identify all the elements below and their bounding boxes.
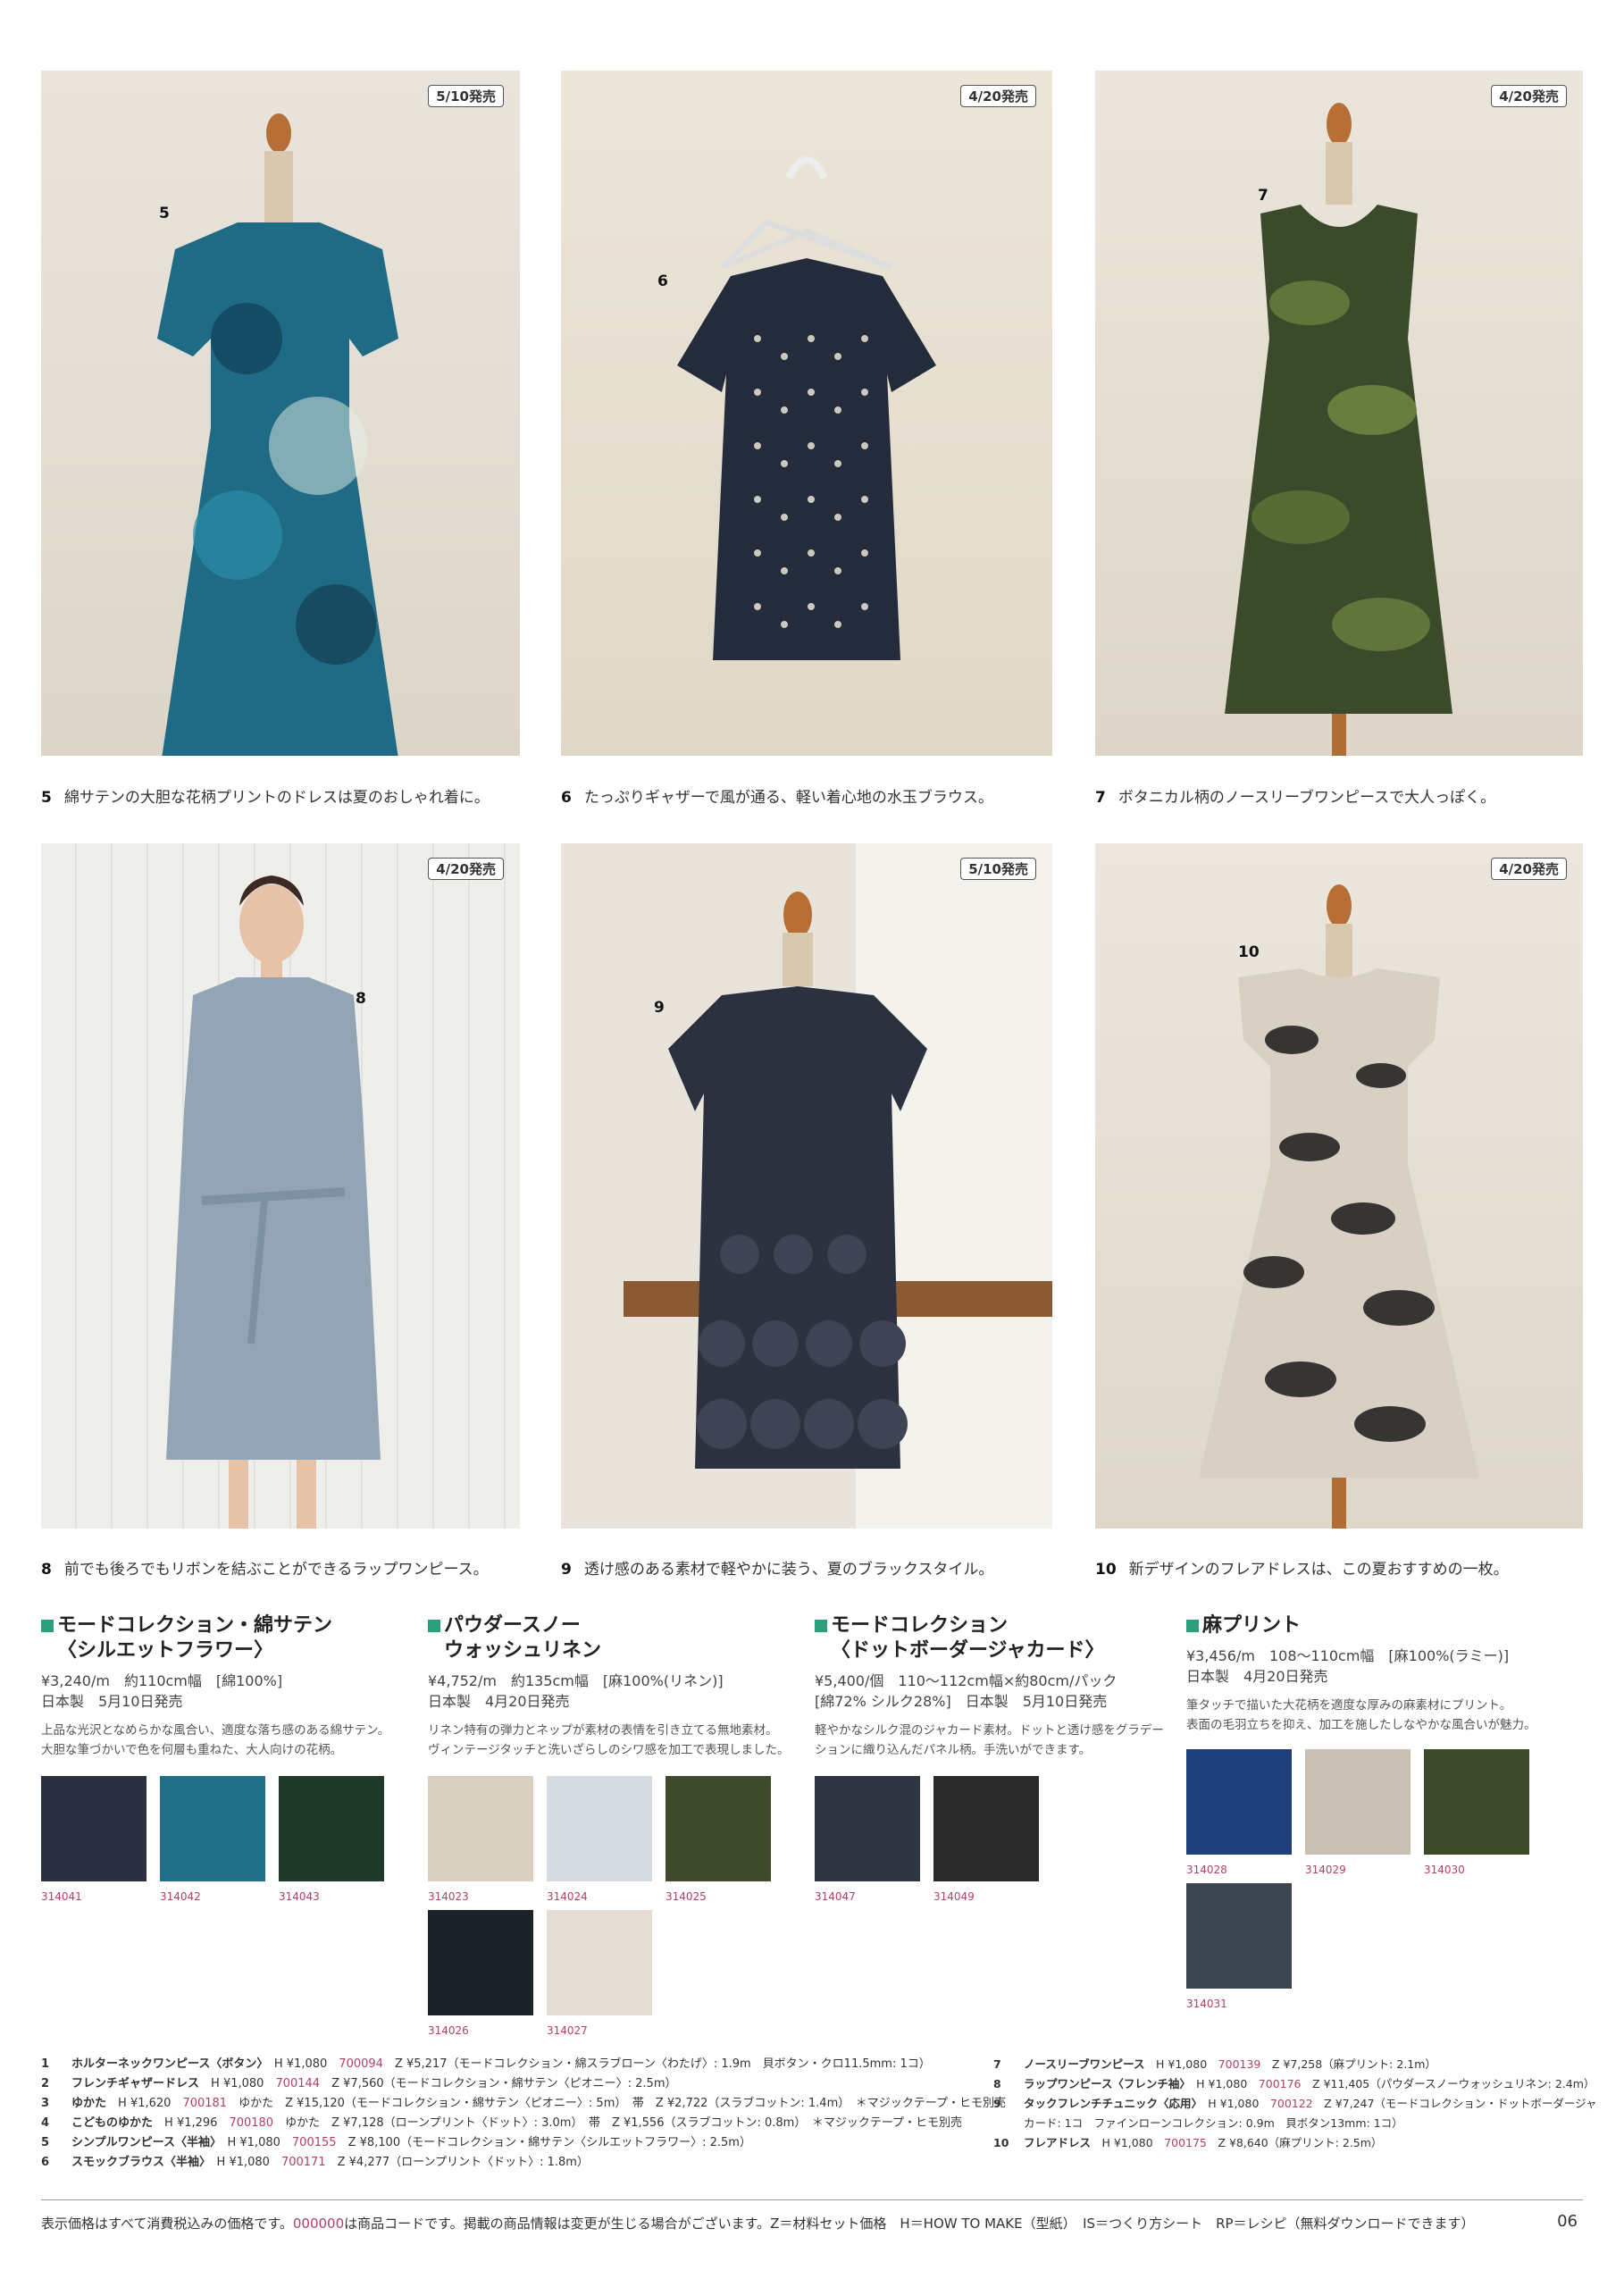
pattern-list-right: 7 ノースリーブワンピース H ¥1,080 700139 Z ¥7,258（麻プ… — [993, 2055, 1597, 2153]
photo-9-black-tunic: 5/10発売 9 — [561, 843, 1052, 1529]
section-info: ¥3,456/m 108〜110cm幅 [麻100%(ラミー)] 日本製 4月20… — [1186, 1647, 1510, 1685]
pattern-number: 6 — [657, 272, 668, 290]
dress-illustration — [1225, 103, 1452, 756]
fabric-swatch[interactable]: 314025 — [666, 1776, 771, 1903]
fabric-section-washed-linen: パウダースノー ウォッシュリネン ¥4,752/m 約135cm幅 [麻100%(… — [428, 1613, 803, 1760]
pattern-list-row: 1 ホルターネックワンピース〈ボタン〉 H ¥1,080 700094 Z ¥5,… — [41, 2057, 931, 2071]
photo-caption: 6 たっぷりギャザーで風が通る、軽い着心地の水玉ブラウス。 — [561, 789, 993, 807]
section-info: ¥5,400/個 110〜112cm幅×約80cm/パック [綿72% シルク28… — [815, 1672, 1118, 1710]
pattern-list-row: 2 フレンチギャザードレス H ¥1,080 700144 Z ¥7,560（モー… — [41, 2077, 677, 2090]
fabric-swatch[interactable]: 314049 — [933, 1776, 1039, 1903]
section-marker — [428, 1620, 440, 1632]
fabric-swatch[interactable]: 314041 — [41, 1776, 146, 1903]
release-badge: 4/20発売 — [1491, 858, 1567, 880]
fabric-swatch[interactable]: 314043 — [279, 1776, 384, 1903]
section-description: 軽やかなシルク混のジャカード素材。ドットと透け感をグラデー ションに織り込んだパネ… — [815, 1723, 1164, 1757]
photo-6-dot-blouse: 4/20発売 6 — [561, 71, 1052, 756]
fabric-swatch[interactable]: 314027 — [547, 1910, 652, 2037]
fabric-swatch[interactable]: 314024 — [547, 1776, 652, 1903]
fabric-swatch[interactable]: 314042 — [160, 1776, 265, 1903]
photo-caption: 9 透け感のある素材で軽やかに装う、夏のブラックスタイル。 — [561, 1561, 994, 1579]
section-marker — [815, 1620, 827, 1632]
fabric-swatch[interactable]: 314031 — [1186, 1883, 1292, 2010]
footer-rule — [41, 2199, 1583, 2200]
pattern-list-left: 1 ホルターネックワンピース〈ボタン〉 H ¥1,080 700094 Z ¥5,… — [41, 2055, 1006, 2173]
pattern-list-row: 9 タックフレンチチュニック〈応用〉 H ¥1,080 700122 Z ¥7,2… — [993, 2097, 1597, 2110]
page-number: 06 — [1557, 2212, 1578, 2231]
fabric-section-dot-border-jacquard: モードコレクション 〈ドットボーダージャカード〉 ¥5,400/個 110〜112… — [815, 1613, 1190, 1760]
section-description: 上品な光沢となめらかな風合い、適度な落ち感のある綿サテン。 大胆な筆づかいで色を何… — [41, 1723, 390, 1757]
section-description: リネン特有の弾力とネップが素材の表情を引き立てる無地素材。 ヴィンテージタッチと洗… — [428, 1723, 790, 1757]
section-marker — [41, 1620, 54, 1632]
photo-caption: 10 新デザインのフレアドレスは、この夏おすすめの一枚。 — [1095, 1561, 1509, 1579]
photo-8-wrap-dress: 4/20発売 8 — [41, 843, 520, 1529]
section-description: 筆タッチで描いた大花柄を適度な厚みの麻素材にプリント。 表面の毛羽立ちを抑え、加工… — [1186, 1698, 1536, 1732]
fabric-swatch[interactable]: 314028 — [1186, 1749, 1292, 1876]
fabric-swatch[interactable]: 314023 — [428, 1776, 533, 1903]
fabric-swatch[interactable]: 314029 — [1305, 1749, 1411, 1876]
pattern-list-row: 6 スモックブラウス〈半袖〉 H ¥1,080 700171 Z ¥4,277（ロ… — [41, 2156, 589, 2169]
fabric-swatch[interactable]: 314030 — [1424, 1749, 1529, 1876]
pattern-list-row: 10 フレアドレス H ¥1,080 700175 Z ¥8,640（麻プリント:… — [993, 2136, 1383, 2149]
tunic-illustration — [624, 892, 1052, 1469]
pattern-list-row: カード: 1コ ファインローンコレクション: 0.9m 貝ボタン13mm: 1コ… — [1024, 2116, 1403, 2130]
section-info: ¥3,240/m 約110cm幅 [綿100%] 日本製 5月10日発売 — [41, 1672, 283, 1710]
pattern-number: 10 — [1238, 943, 1260, 961]
pattern-list-row: 4 こどものゆかた H ¥1,296 700180 ゆかた Z ¥7,128（ロー… — [41, 2116, 963, 2130]
release-badge: 4/20発売 — [428, 858, 504, 880]
blouse-illustration — [677, 156, 936, 660]
release-badge: 4/20発売 — [960, 85, 1036, 107]
dress-illustration — [157, 113, 398, 756]
fabric-swatch[interactable]: 314047 — [815, 1776, 920, 1903]
fabric-section-silhouette-flower: モードコレクション・綿サテン 〈シルエットフラワー〉 ¥3,240/m 約110c… — [41, 1613, 416, 1760]
photo-5-floral-dress: 5/10発売 5 — [41, 71, 520, 756]
section-marker — [1186, 1620, 1199, 1632]
release-badge: 5/10発売 — [428, 85, 504, 107]
fabric-swatch[interactable]: 314026 — [428, 1910, 533, 2037]
pattern-number: 5 — [159, 205, 170, 222]
pattern-number: 9 — [654, 999, 665, 1017]
section-title: パウダースノー ウォッシュリネン — [428, 1613, 803, 1663]
photo-caption: 7 ボタニカル柄のノースリーブワンピースで大人っぽく。 — [1095, 789, 1496, 807]
section-title: モードコレクション 〈ドットボーダージャカード〉 — [815, 1613, 1190, 1663]
section-info: ¥4,752/m 約135cm幅 [麻100%(リネン)] 日本製 4月20日発売 — [428, 1672, 724, 1710]
bottom-note: 表示価格はすべて消費税込みの価格です。000000は商品コードです。掲載の商品情… — [41, 2216, 1475, 2232]
pattern-list-row: 7 ノースリーブワンピース H ¥1,080 700139 Z ¥7,258（麻プ… — [993, 2057, 1436, 2071]
dress-illustration — [1199, 884, 1479, 1529]
pattern-list-row: 3 ゆかた H ¥1,620 700181 ゆかた Z ¥15,120（モードコレ… — [41, 2097, 1006, 2110]
section-title: モードコレクション・綿サテン 〈シルエットフラワー〉 — [41, 1613, 416, 1663]
pattern-list-row: 8 ラップワンピース〈フレンチ袖〉 H ¥1,080 700176 Z ¥11,4… — [993, 2077, 1595, 2090]
section-title: 麻プリント — [1186, 1613, 1588, 1638]
photo-caption: 5 綿サテンの大胆な花柄プリントのドレスは夏のおしゃれ着に。 — [41, 789, 490, 807]
photo-caption: 8 前でも後ろでもリボンを結ぶことができるラップワンピース。 — [41, 1561, 489, 1579]
photo-10-flare-dress: 4/20発売 10 — [1095, 843, 1583, 1529]
release-badge: 4/20発売 — [1491, 85, 1567, 107]
pattern-list-row: 5 シンプルワンピース〈半袖〉 H ¥1,080 700155 Z ¥8,100（… — [41, 2136, 751, 2149]
fabric-section-linen-print: 麻プリント ¥3,456/m 108〜110cm幅 [麻100%(ラミー)] 日本… — [1186, 1613, 1588, 1735]
pattern-number: 7 — [1258, 187, 1268, 205]
release-badge: 5/10発売 — [960, 858, 1036, 880]
pattern-number: 8 — [356, 990, 366, 1008]
model-illustration — [166, 875, 381, 1529]
photo-7-botanical-dress: 4/20発売 7 — [1095, 71, 1583, 756]
